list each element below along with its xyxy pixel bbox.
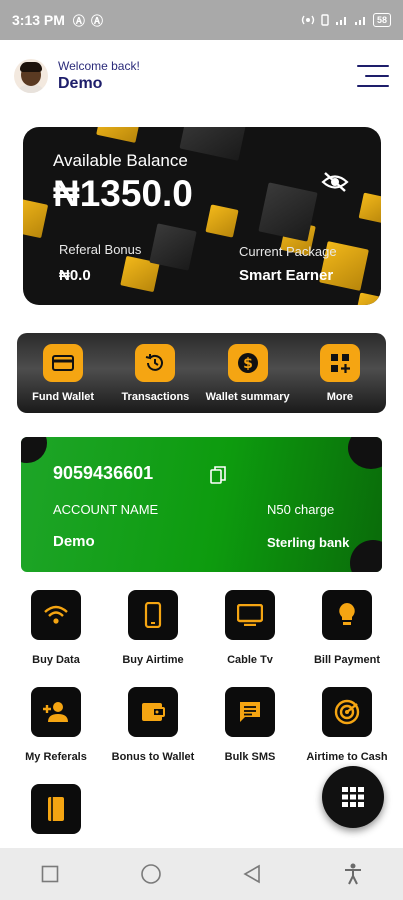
recents-button[interactable] [30,854,70,894]
square-icon [42,865,59,883]
status-time: 3:13 PM [12,12,65,28]
cable-tv-button[interactable]: Cable Tv [200,590,300,668]
app-header: Welcome back! Demo [0,40,403,112]
signal-icon [335,17,346,25]
grid-plus-icon [319,344,360,382]
package-value: Smart Earner [239,267,334,284]
message-icon [225,687,275,737]
balance-amount: ₦1350.0 [53,173,193,214]
service-label: Buy Data [32,654,80,666]
status-left-icons: Ⓐ Ⓐ [73,12,103,29]
available-balance-label: Available Balance [53,151,188,170]
vibrate-icon [321,14,329,26]
account-name-label: ACCOUNT NAME [53,502,159,517]
wallet-summary-button[interactable]: $ Wallet summary [203,344,293,403]
package-label: Current Package [239,244,337,259]
avatar[interactable] [14,59,48,93]
service-item[interactable] [6,784,106,834]
signal-icon [354,17,365,25]
status-bar: 3:13 PM Ⓐ Ⓐ 58 [0,0,403,40]
service-label: My Referals [25,751,87,763]
service-label: Bill Payment [313,654,381,666]
quick-action-label: More [326,391,354,403]
buy-airtime-button[interactable]: Buy Airtime [103,590,203,668]
accessibility-icon [344,863,361,885]
referral-bonus-label: Referal Bonus [59,242,142,257]
service-label: Cable Tv [227,654,273,666]
back-button[interactable] [232,854,272,894]
radar-icon [322,687,372,737]
bulk-sms-button[interactable]: Bulk SMS [200,687,300,765]
tv-icon [225,590,275,640]
transactions-button[interactable]: Transactions [110,344,200,403]
virtual-account-card: 9059436601 ACCOUNT NAME N50 charge Demo … [21,437,382,572]
status-right-icons: 58 [301,13,391,27]
buy-data-button[interactable]: Buy Data [6,590,106,668]
copy-icon[interactable] [210,466,226,484]
menu-icon[interactable] [357,62,389,90]
more-button[interactable]: More [295,344,385,403]
fund-wallet-button[interactable]: Fund Wallet [18,344,108,403]
phone-icon [128,590,178,640]
battery-icon: 58 [372,13,391,27]
eye-off-icon[interactable] [321,171,349,193]
welcome-block: Welcome back! Demo [58,59,140,93]
service-label: Bonus to Wallet [111,751,195,763]
system-nav-bar [0,848,403,900]
person-add-icon [31,687,81,737]
triangle-back-icon [243,864,260,884]
bonus-to-wallet-button[interactable]: Bonus to Wallet [103,687,203,765]
balance-card: Available Balance ₦1350.0 Referal Bonus … [23,127,381,305]
bill-payment-button[interactable]: Bill Payment [297,590,397,668]
status-app-icon: Ⓐ [90,13,103,28]
account-name: Demo [53,533,95,550]
card-icon [43,344,84,382]
bank-name: Sterling bank [267,535,350,550]
home-button[interactable] [131,854,171,894]
circle-icon [141,864,161,884]
quick-action-label: Fund Wallet [32,391,95,403]
grid-fab-button[interactable] [322,766,384,828]
bulb-icon [322,590,372,640]
my-referrals-button[interactable]: My Referals [6,687,106,765]
app-screen: 3:13 PM Ⓐ Ⓐ 58 Welcome back! Demo Availa… [0,0,403,900]
history-icon [135,344,176,382]
wallet-icon [128,687,178,737]
username: Demo [58,75,103,92]
service-label: Bulk SMS [224,751,276,763]
quick-action-label: Transactions [121,391,190,403]
referral-bonus-value: ₦0.0 [59,267,91,284]
welcome-text: Welcome back! [58,59,140,73]
accessibility-button[interactable] [333,854,373,894]
charge-text: N50 charge [267,502,335,517]
service-label: Airtime to Cash [306,751,388,763]
hotspot-icon [301,15,315,25]
status-app-icon: Ⓐ [72,13,85,28]
dollar-icon: $ [227,344,268,382]
svg-text:$: $ [243,356,253,372]
book-icon [31,784,81,834]
service-label: Buy Airtime [122,654,184,666]
airtime-to-cash-button[interactable]: Airtime to Cash [297,687,397,765]
grid-icon [342,787,364,807]
account-number: 9059436601 [53,463,154,483]
quick-action-label: Wallet summary [205,391,290,403]
quick-actions-bar: Fund Wallet Transactions $ Wallet summar… [17,333,386,413]
wifi-icon [31,590,81,640]
